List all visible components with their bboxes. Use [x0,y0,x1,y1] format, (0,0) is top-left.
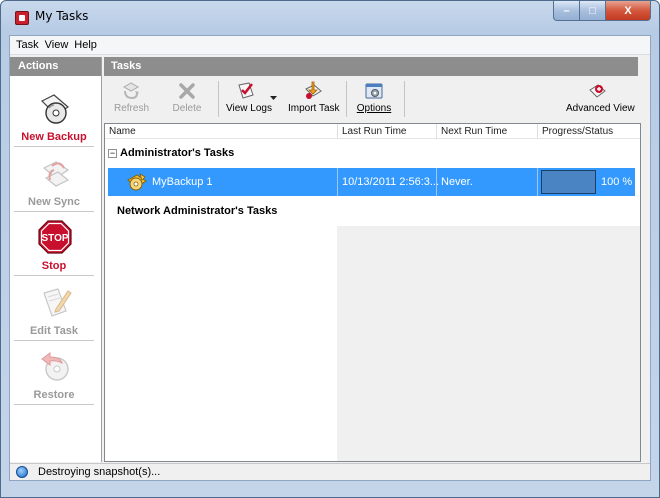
column-header-next-run[interactable]: Next Run Time [441,126,507,137]
column-header-last-run[interactable]: Last Run Time [342,126,406,137]
cell-divider [436,168,437,196]
column-header-row: Name Last Run Time Next Run Time Progres… [105,124,640,139]
delete-icon [179,83,195,99]
menu-bar: Task View Help [10,36,650,55]
new-backup-label: New Backup [14,131,94,147]
window-title: My Tasks [35,9,89,23]
menu-view[interactable]: View [45,39,69,51]
task-last-run: 10/13/2011 2:56:3... [342,176,440,188]
advanced-view-label: Advanced View [566,103,635,114]
close-icon: X [624,4,632,17]
refresh-button[interactable]: Refresh [114,79,150,121]
options-label: Options [356,103,392,114]
advanced-view-button[interactable]: Advanced View [566,79,635,121]
list-empty-area [337,226,640,461]
close-button[interactable]: X [606,1,651,21]
tasks-panel: Tasks Refresh Delete View Logs Import Ta… [104,57,641,462]
import-task-label: Import Task [288,103,340,114]
toolbar-separator [404,81,405,117]
actions-header: Actions [10,57,101,76]
tasks-list[interactable]: Name Last Run Time Next Run Time Progres… [104,123,641,462]
task-name: MyBackup 1 [152,176,213,188]
options-icon [365,83,383,99]
new-backup-action[interactable]: New Backup [14,91,94,151]
main-window: My Tasks – □ X Task View Help Actions Ne… [0,0,660,498]
cell-divider [537,168,538,196]
minimize-icon: – [563,4,570,17]
tasks-toolbar: Refresh Delete View Logs Import Task Opt… [104,76,638,122]
app-icon [15,11,29,25]
delete-label: Delete [172,103,202,114]
column-header-name[interactable]: Name [109,126,136,137]
group-administrators-tasks[interactable]: − Administrator's Tasks [108,147,234,159]
edit-task-label: Edit Task [14,325,94,341]
column-divider[interactable] [537,124,538,139]
edit-task-action[interactable]: Edit Task [14,285,94,345]
backup-task-icon [127,173,147,191]
column-header-progress[interactable]: Progress/Status [542,126,613,137]
caption-buttons: – □ X [553,1,651,21]
tasks-header: Tasks [104,57,638,76]
toolbar-separator [218,81,219,117]
info-icon [16,466,28,478]
client-area: Task View Help Actions New Backup New Sy… [9,35,651,481]
title-bar[interactable]: My Tasks – □ X [1,1,659,31]
view-logs-label: View Logs [226,103,272,114]
task-progress-text: 100 % [601,176,633,188]
column-divider[interactable] [436,124,437,139]
task-next-run: Never. [441,176,473,188]
delete-button[interactable]: Delete [170,79,204,121]
status-bar: Destroying snapshot(s)... [10,463,650,480]
restore-icon [41,352,69,381]
cell-divider [337,168,338,196]
maximize-icon: □ [589,4,596,17]
edit-task-icon [43,288,72,317]
stop-sign-text: STOP [41,233,68,244]
stop-sign-icon: STOP [38,220,72,254]
view-logs-button[interactable]: View Logs [226,79,272,121]
collapse-icon[interactable]: − [108,149,117,158]
import-task-button[interactable]: Import Task [288,79,340,121]
sync-icon [42,161,70,187]
chevron-down-icon[interactable] [270,96,277,100]
stop-label: Stop [14,260,94,276]
stop-action[interactable]: STOP Stop [14,220,94,280]
refresh-label: Refresh [114,103,150,114]
view-logs-icon [238,82,254,99]
actions-panel: Actions New Backup New Sync STOP Stop Ed… [10,57,102,462]
options-button[interactable]: Options [354,79,394,121]
menu-task[interactable]: Task [16,39,39,51]
import-task-icon [305,81,322,99]
new-sync-label: New Sync [14,196,94,212]
task-progress-bar [541,170,596,194]
advanced-view-icon [589,84,606,98]
status-text: Destroying snapshot(s)... [38,466,161,478]
column-divider[interactable] [337,124,338,139]
toolbar-separator [346,81,347,117]
group-network-administrators-tasks[interactable]: Network Administrator's Tasks [117,205,277,217]
menu-help[interactable]: Help [74,39,97,51]
group-label: Network Administrator's Tasks [117,205,278,217]
refresh-icon [122,82,140,100]
maximize-button[interactable]: □ [580,1,606,21]
restore-label: Restore [14,389,94,405]
minimize-button[interactable]: – [553,1,580,21]
cd-backup-icon [40,94,69,124]
new-sync-action[interactable]: New Sync [14,156,94,216]
restore-action[interactable]: Restore [14,349,94,409]
group-label: Administrator's Tasks [120,147,235,159]
table-row[interactable]: MyBackup 1 10/13/2011 2:56:3... Never. 1… [108,168,635,196]
